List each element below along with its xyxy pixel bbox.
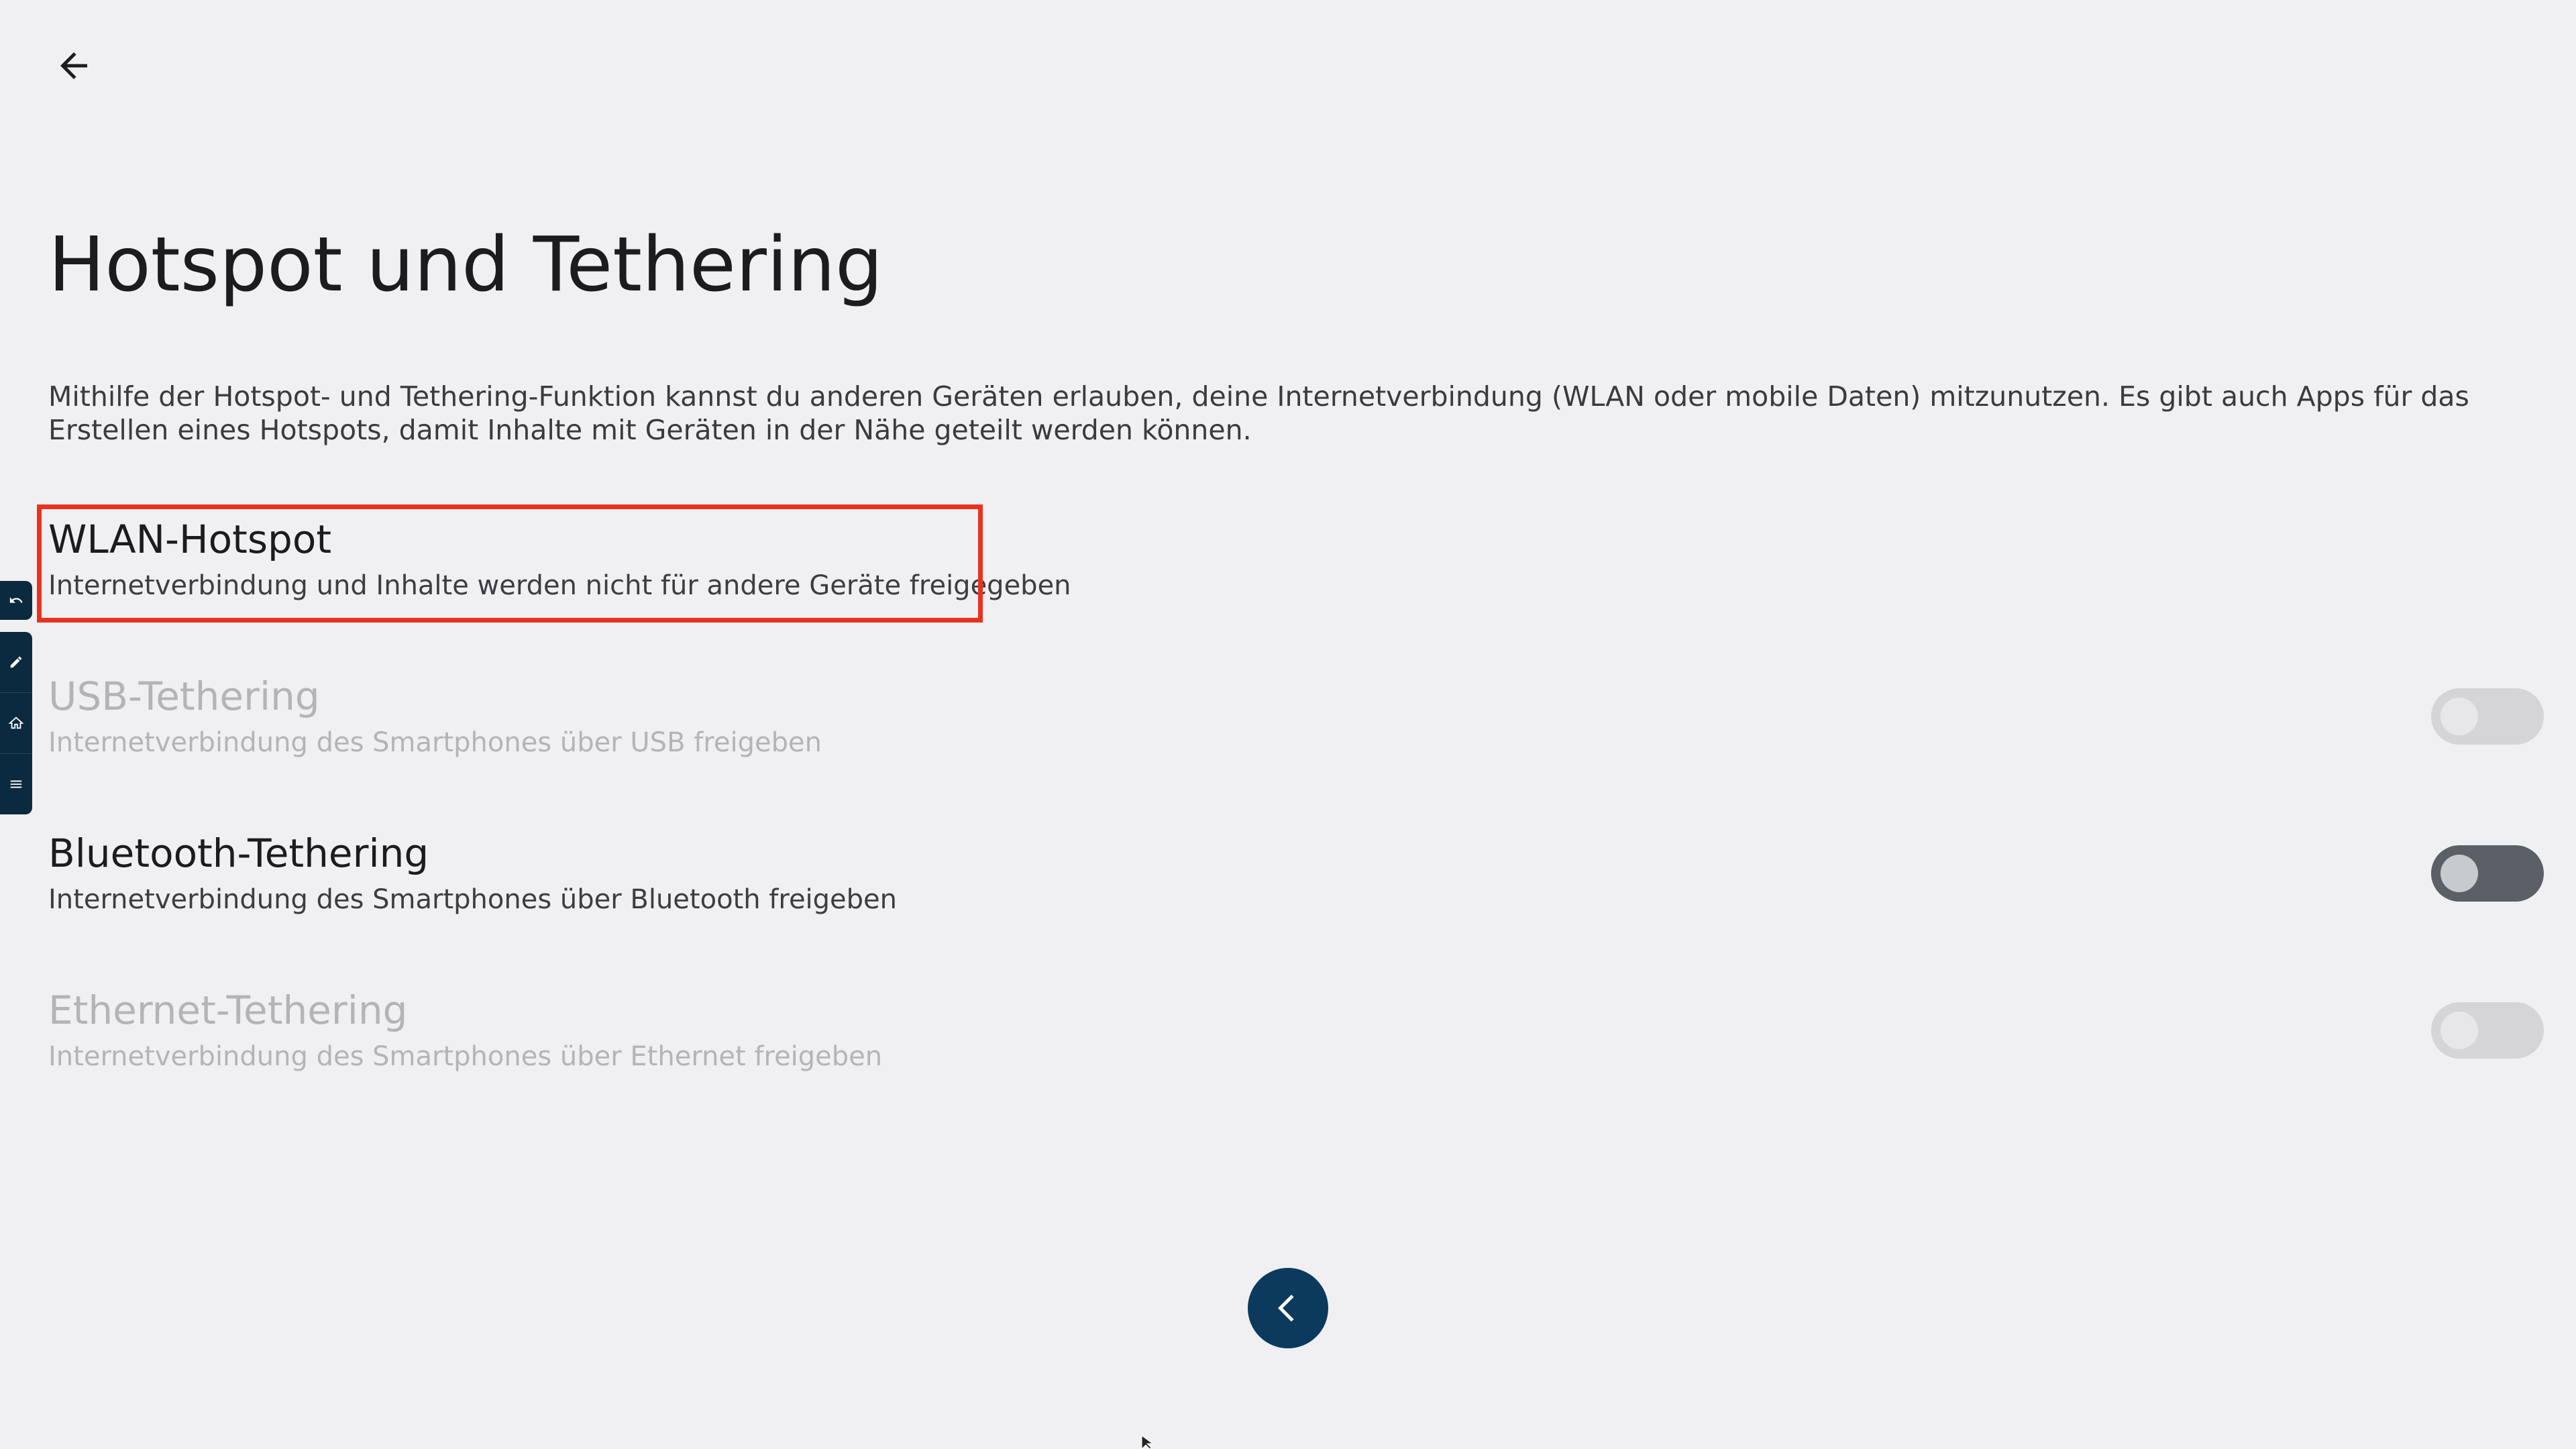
- setting-title: Bluetooth-Tethering: [48, 830, 429, 876]
- toggle-knob: [2440, 855, 2478, 892]
- page-title: Hotspot und Tethering: [48, 221, 883, 309]
- undo-button[interactable]: [0, 581, 32, 620]
- settings-screen: Hotspot und Tethering Mithilfe der Hotsp…: [0, 0, 2576, 1449]
- toggle-knob: [2440, 698, 2478, 735]
- setting-ethernet-tethering: Ethernet-Tethering Internetverbindung de…: [0, 975, 2576, 1116]
- menu-icon: [10, 780, 22, 788]
- pen-tool-button[interactable]: [0, 632, 32, 693]
- arrow-left-icon: [60, 52, 87, 79]
- side-toolbar: [0, 632, 32, 814]
- setting-summary: Internetverbindung des Smartphones über …: [48, 727, 822, 758]
- setting-bluetooth-tethering[interactable]: Bluetooth-Tethering Internetverbindung d…: [0, 818, 2576, 959]
- setting-summary: Internetverbindung und Inhalte werden ni…: [48, 570, 1071, 601]
- ethernet-tethering-toggle: [2431, 1002, 2544, 1059]
- page-description: Mithilfe der Hotspot- und Tethering-Funk…: [48, 380, 2469, 446]
- setting-title: WLAN-Hotspot: [48, 517, 332, 562]
- undo-icon: [9, 597, 23, 603]
- setting-wlan-hotspot[interactable]: WLAN-Hotspot Internetverbindung und Inha…: [0, 504, 2576, 645]
- home-tool-button[interactable]: [0, 693, 32, 754]
- floating-back-button[interactable]: [1248, 1268, 1328, 1348]
- usb-tethering-toggle: [2431, 688, 2544, 745]
- bluetooth-tethering-toggle[interactable]: [2431, 845, 2544, 902]
- pen-icon: [10, 656, 22, 668]
- setting-usb-tethering: USB-Tethering Internetverbindung des Sma…: [0, 661, 2576, 802]
- mouse-cursor-icon: [1141, 1436, 1154, 1449]
- setting-title: USB-Tethering: [48, 674, 320, 719]
- toggle-knob: [2440, 1012, 2478, 1049]
- setting-title: Ethernet-Tethering: [48, 987, 408, 1033]
- setting-summary: Internetverbindung des Smartphones über …: [48, 1041, 883, 1072]
- menu-tool-button[interactable]: [0, 754, 32, 814]
- home-icon: [9, 716, 23, 729]
- back-button[interactable]: [48, 40, 99, 91]
- chevron-left-icon: [1278, 1295, 1294, 1322]
- setting-summary: Internetverbindung des Smartphones über …: [48, 884, 898, 915]
